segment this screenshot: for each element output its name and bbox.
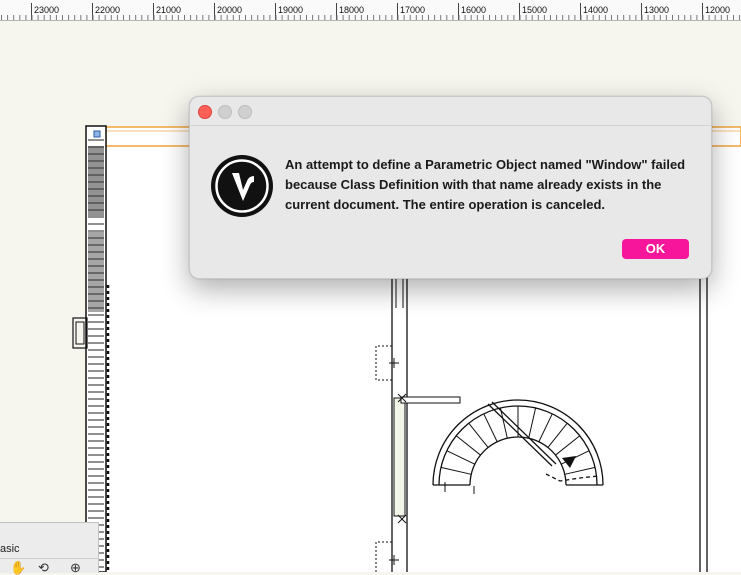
ruler-label: 23000 bbox=[34, 5, 60, 15]
ruler-label: 22000 bbox=[95, 5, 121, 15]
zoom-window-button bbox=[238, 105, 252, 119]
pan-hand-icon[interactable]: ✋ bbox=[10, 561, 26, 574]
ruler-label: 13000 bbox=[644, 5, 670, 15]
ruler-label: 20000 bbox=[217, 5, 243, 15]
ruler-label: 19000 bbox=[278, 5, 304, 15]
ruler-label: 12000 bbox=[705, 5, 731, 15]
close-window-button[interactable] bbox=[198, 105, 212, 119]
error-dialog: An attempt to define a Parametric Object… bbox=[189, 96, 712, 279]
ruler-label: 15000 bbox=[522, 5, 548, 15]
palette-title: asic bbox=[0, 543, 20, 555]
tool-palette: asic ✋ ⟲ ⊕ bbox=[0, 522, 99, 574]
zoom-icon[interactable]: ⊕ bbox=[70, 561, 81, 574]
dialog-titlebar[interactable] bbox=[190, 97, 711, 126]
vectorworks-logo-icon bbox=[210, 154, 274, 218]
flyover-icon[interactable]: ⟲ bbox=[38, 561, 49, 574]
palette-divider bbox=[0, 558, 98, 559]
ok-button[interactable]: OK bbox=[622, 239, 689, 259]
minimize-window-button bbox=[218, 105, 232, 119]
ruler-label: 18000 bbox=[339, 5, 365, 15]
error-message: An attempt to define a Parametric Object… bbox=[285, 157, 686, 212]
ruler-label: 21000 bbox=[156, 5, 182, 15]
ruler-label: 16000 bbox=[461, 5, 487, 15]
horizontal-ruler[interactable]: 23000 22000 21000 20000 19000 18000 1700… bbox=[0, 0, 741, 21]
ruler-label: 14000 bbox=[583, 5, 609, 15]
ruler-label: 17000 bbox=[400, 5, 426, 15]
